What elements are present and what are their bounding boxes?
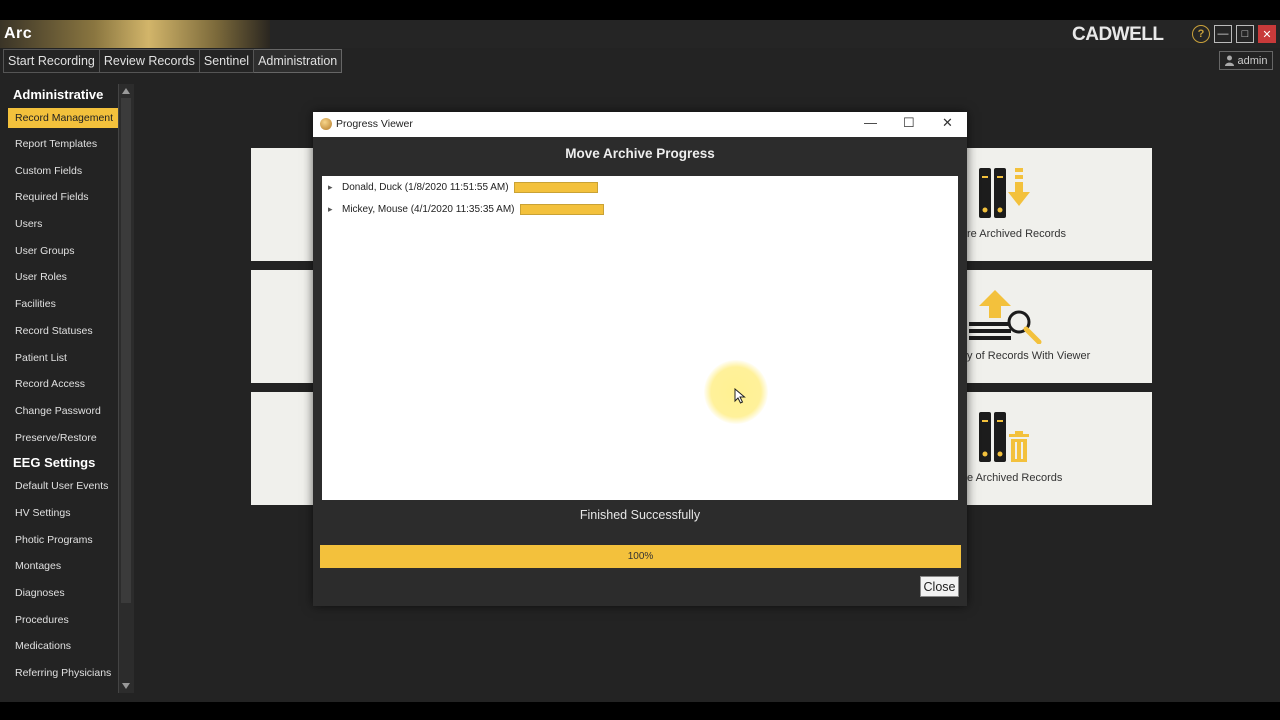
expand-chevron-icon[interactable]: ▸ xyxy=(328,204,342,215)
sidebar-item-users[interactable]: Users xyxy=(8,211,118,238)
dialog-close-icon[interactable]: ✕ xyxy=(942,115,953,131)
sidebar-item-change-password[interactable]: Change Password xyxy=(8,398,118,425)
sidebar-item-user-groups[interactable]: User Groups xyxy=(8,238,118,265)
sidebar-item-procedures[interactable]: Procedures xyxy=(8,607,118,634)
user-icon xyxy=(1224,55,1234,66)
list-item[interactable]: ▸ Donald, Duck (1/8/2020 11:51:55 AM) xyxy=(328,182,598,193)
progress-label: 100% xyxy=(627,551,654,562)
delete-archived-records-card[interactable]: e Archived Records xyxy=(967,392,1152,505)
sidebar-item-record-access[interactable]: Record Access xyxy=(8,371,118,398)
binders-trash-icon xyxy=(979,412,1029,462)
user-button[interactable]: admin xyxy=(1219,51,1273,70)
scroll-down-icon[interactable] xyxy=(122,683,130,689)
sidebar-item-default-user-events[interactable]: Default User Events xyxy=(8,473,118,500)
window-controls: ? — □ ✕ xyxy=(1192,25,1276,43)
record-label: Donald, Duck (1/8/2020 11:51:55 AM) xyxy=(342,182,509,193)
progress-list: ▸ Donald, Duck (1/8/2020 11:51:55 AM) ▸ … xyxy=(322,176,958,500)
scroll-thumb[interactable] xyxy=(121,98,131,603)
title-bar: Arc CADWELL ? — □ ✕ xyxy=(0,20,1280,48)
dialog-minimize-icon[interactable]: — xyxy=(864,115,877,130)
copy-records-with-viewer-label: y of Records With Viewer xyxy=(967,350,1091,362)
record-progress-bar xyxy=(519,204,604,215)
tab-review-records[interactable]: Review Records xyxy=(99,49,200,73)
sidebar-item-medications[interactable]: Medications xyxy=(8,633,118,660)
binders-download-icon xyxy=(979,168,1030,218)
action-card-left-2[interactable] xyxy=(251,270,313,383)
record-progress-bar xyxy=(513,182,598,193)
dialog-maximize-icon[interactable]: ☐ xyxy=(903,115,915,131)
sidebar-item-custom-fields[interactable]: Custom Fields xyxy=(8,158,118,185)
restore-archived-records-card[interactable]: re Archived Records xyxy=(967,148,1152,261)
sidebar-item-record-statuses[interactable]: Record Statuses xyxy=(8,318,118,345)
tab-sentinel[interactable]: Sentinel xyxy=(199,49,255,73)
sidebar-item-diagnoses[interactable]: Diagnoses xyxy=(8,580,118,607)
copy-records-with-viewer-card[interactable]: y of Records With Viewer xyxy=(967,270,1152,383)
minimize-icon[interactable]: — xyxy=(1214,25,1232,43)
tab-start-recording[interactable]: Start Recording xyxy=(3,49,100,73)
maximize-icon[interactable]: □ xyxy=(1236,25,1254,43)
action-card-left-3[interactable] xyxy=(251,392,313,505)
list-item[interactable]: ▸ Mickey, Mouse (4/1/2020 11:35:35 AM) xyxy=(328,204,604,215)
administrative-header: Administrative xyxy=(13,87,104,102)
sidebar-item-hv-settings[interactable]: HV Settings xyxy=(8,500,118,527)
expand-chevron-icon[interactable]: ▸ xyxy=(328,182,342,193)
sidebar-item-record-management[interactable]: Record Management xyxy=(8,108,124,128)
sidebar-item-referring-physicians[interactable]: Referring Physicians xyxy=(8,660,118,687)
sidebar-scrollbar[interactable] xyxy=(118,84,134,693)
sidebar-item-user-roles[interactable]: User Roles xyxy=(8,264,118,291)
arc-logo: Arc xyxy=(0,20,270,48)
arc-app-window: Arc CADWELL ? — □ ✕ Start Recording Revi… xyxy=(0,20,1280,702)
action-card-left-1[interactable] xyxy=(251,148,313,261)
eeg-settings-header: EEG Settings xyxy=(13,455,96,471)
dialog-title: Progress Viewer xyxy=(336,118,413,130)
mouse-pointer-icon xyxy=(734,388,746,404)
main-tabs: Start Recording Review Records Sentinel … xyxy=(3,49,343,73)
cadwell-brand: CADWELL xyxy=(1072,24,1164,45)
sidebar: Administrative Record Management Report … xyxy=(8,83,124,695)
delete-archived-records-label: e Archived Records xyxy=(967,472,1063,484)
close-icon[interactable]: ✕ xyxy=(1258,25,1276,43)
arc-logo-text: Arc xyxy=(4,25,33,42)
user-name: admin xyxy=(1237,54,1268,67)
dialog-title-bar: Progress Viewer — ☐ ✕ xyxy=(313,112,967,137)
overall-progress-bar: 100% xyxy=(320,545,961,568)
scroll-up-icon[interactable] xyxy=(122,88,130,94)
sidebar-item-report-templates[interactable]: Report Templates xyxy=(8,131,118,158)
progress-viewer-dialog: Progress Viewer — ☐ ✕ Move Archive Progr… xyxy=(313,112,967,606)
tab-administration[interactable]: Administration xyxy=(254,49,343,73)
sidebar-item-preserve-restore[interactable]: Preserve/Restore xyxy=(8,425,118,452)
help-icon[interactable]: ? xyxy=(1192,25,1210,43)
upload-search-icon xyxy=(969,290,1042,344)
status-text: Finished Successfully xyxy=(579,508,701,522)
dialog-heading: Move Archive Progress xyxy=(565,146,715,161)
app-orb-icon xyxy=(320,118,332,130)
sidebar-item-montages[interactable]: Montages xyxy=(8,553,118,580)
close-button[interactable]: Close xyxy=(920,576,959,597)
sidebar-item-photic-programs[interactable]: Photic Programs xyxy=(8,527,118,554)
sidebar-item-patient-list[interactable]: Patient List xyxy=(8,345,118,372)
sidebar-item-required-fields[interactable]: Required Fields xyxy=(8,184,118,211)
record-label: Mickey, Mouse (4/1/2020 11:35:35 AM) xyxy=(342,204,515,215)
sidebar-item-facilities[interactable]: Facilities xyxy=(8,291,118,318)
restore-archived-records-label: re Archived Records xyxy=(967,228,1067,240)
